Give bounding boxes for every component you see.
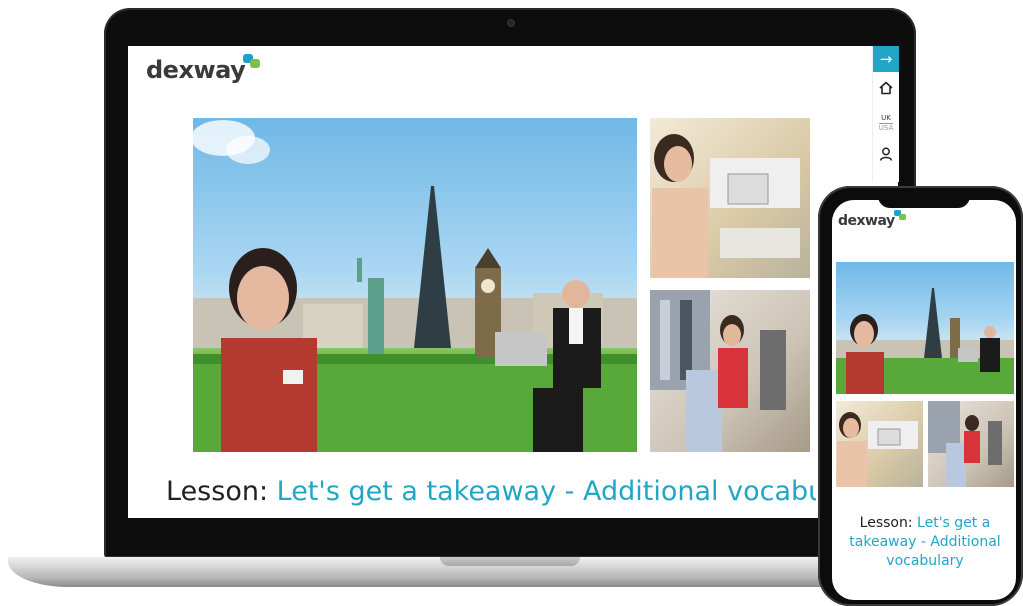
phone-lesson-title: Lesson: Let's get a takeaway - Additiona…: [849, 515, 1001, 569]
hero-landmarks-image: [193, 118, 637, 452]
phone-cashier-image: [836, 401, 923, 487]
dexway-logo[interactable]: dexway: [146, 54, 261, 84]
lesson-title: Lesson: Let's get a takeaway - Additiona…: [166, 476, 816, 516]
lesson-sidebar: → UK USA: [872, 46, 899, 182]
cashier-image: [650, 118, 810, 278]
phone-notch: [878, 190, 970, 208]
home-button[interactable]: [873, 80, 899, 100]
user-icon: [879, 147, 893, 161]
next-arrow-button[interactable]: →: [873, 46, 899, 72]
clothes-shop-image: [650, 290, 810, 452]
webcam-icon: [508, 20, 514, 26]
logo-mark-icon: [243, 54, 261, 72]
phone-dexway-logo[interactable]: dexway: [838, 210, 906, 229]
home-icon: [879, 81, 893, 95]
phone-hero-landmarks-image: [836, 262, 1014, 394]
phone-clothes-shop-image: [928, 401, 1014, 487]
profile-button[interactable]: [873, 146, 899, 166]
laptop-base-notch: [440, 557, 580, 566]
lesson-title-link[interactable]: Let's get a takeaway - Additional vocabu…: [277, 476, 816, 507]
phone-logo-mark-icon: [893, 210, 906, 222]
language-toggle[interactable]: UK USA: [873, 114, 899, 133]
